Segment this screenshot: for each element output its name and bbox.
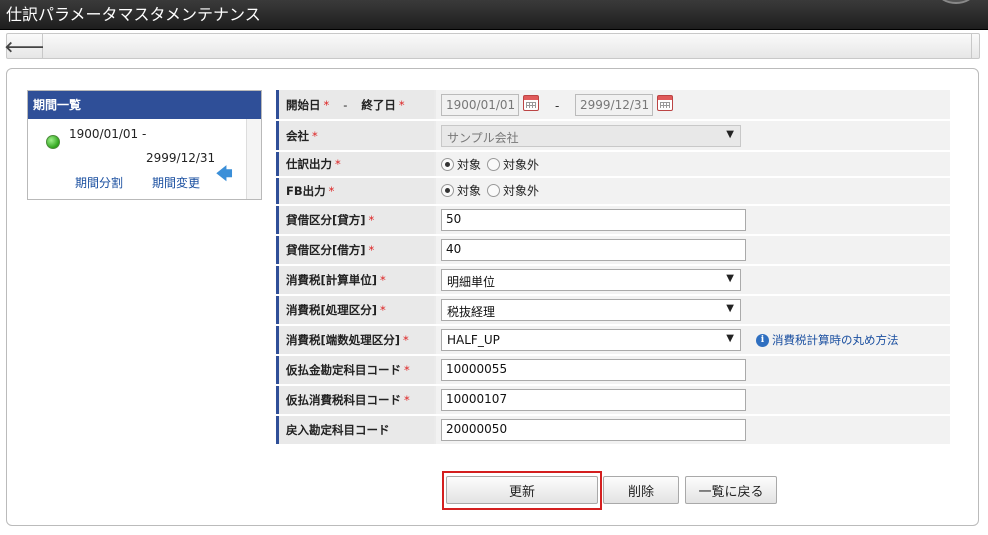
start-date-input[interactable]: 1900/01/01 [441, 94, 519, 116]
period-value: 1900/01/01 - 2999/12/31 [436, 90, 950, 119]
chevron-down-icon: ▼ [726, 333, 734, 344]
radio-journal-target[interactable] [441, 158, 454, 171]
journal-output-radios: 対象 対象外 [441, 156, 545, 173]
toolbar: 🡐 [4, 33, 980, 59]
radio-journal-non-target[interactable] [487, 158, 501, 171]
info-icon: i [756, 333, 769, 347]
prepaid-account-label: 仮払金勘定科目コード * [276, 356, 434, 384]
toolbar-right-edge [971, 34, 979, 58]
radio-fb-target[interactable] [441, 184, 454, 197]
journal-output-label: 仕訳出力 * [276, 152, 434, 176]
calendar-icon[interactable] [657, 95, 673, 111]
window-title: 仕訳パラメータマスタメンテナンス [6, 5, 261, 24]
period-list-item[interactable]: 1900/01/01 - 2999/12/31 🡄 期間分割 期間変更 [28, 119, 247, 199]
debit-label: 貸借区分[借方] * [276, 236, 434, 264]
tax-rounding-help-link[interactable]: i 消費税計算時の丸め方法 [756, 332, 899, 348]
update-button[interactable]: 更新 [446, 476, 598, 504]
period-end: 2999/12/31 [146, 151, 216, 165]
company-label: 会社 * [276, 121, 434, 150]
calendar-icon[interactable] [523, 95, 539, 111]
row-company: 会社 * サンプル会社 ▼ [276, 121, 950, 151]
refund-account-input[interactable]: 20000050 [441, 419, 746, 441]
tax-process-select[interactable]: 税抜経理 ▼ [441, 299, 741, 321]
fb-output-label: FB出力 * [276, 178, 434, 204]
prepaid-account-input[interactable]: 10000055 [441, 359, 746, 381]
period-split-link[interactable]: 期間分割 [75, 174, 123, 191]
window-titlebar: 仕訳パラメータマスタメンテナンス [0, 0, 988, 30]
row-tax-calc-unit: 消費税[計算単位] * 明細単位 ▼ [276, 266, 950, 295]
row-journal-output: 仕訳出力 * 対象 対象外 [276, 152, 950, 177]
row-fb-output: FB出力 * 対象 対象外 [276, 178, 950, 205]
tax-calc-unit-select[interactable]: 明細単位 ▼ [441, 269, 741, 291]
row-tax-process: 消費税[処理区分] * 税抜経理 ▼ [276, 296, 950, 325]
radio-fb-non-target[interactable] [487, 184, 501, 197]
row-credit: 貸借区分[貸方] * 50 [276, 206, 950, 235]
active-status-icon [46, 135, 60, 149]
row-tax-rounding: 消費税[端数処理区分] * HALF_UP ▼ i 消費税計算時の丸め方法 [276, 326, 950, 355]
tax-rounding-label: 消費税[端数処理区分] * [276, 326, 434, 354]
chevron-down-icon: ▼ [726, 129, 734, 140]
row-prepaid-account: 仮払金勘定科目コード * 10000055 [276, 356, 950, 385]
delete-button[interactable]: 削除 [603, 476, 679, 504]
date-range-dash: - [555, 99, 560, 113]
row-period: 開始日 * - 終了日 * 1900/01/01 - 2999/12/31 [276, 90, 950, 120]
period-change-link[interactable]: 期間変更 [152, 174, 200, 191]
row-debit: 貸借区分[借方] * 40 [276, 236, 950, 265]
period-list-header: 期間一覧 [28, 91, 261, 119]
credit-input[interactable]: 50 [441, 209, 746, 231]
fb-output-radios: 対象 対象外 [441, 182, 545, 199]
back-to-list-button[interactable]: 一覧に戻る [685, 476, 777, 504]
row-refund-account: 戻入勘定科目コード 20000050 [276, 416, 950, 445]
period-start: 1900/01/01 - [69, 127, 147, 141]
end-date-input[interactable]: 2999/12/31 [575, 94, 653, 116]
tax-process-label: 消費税[処理区分] * [276, 296, 434, 324]
back-button[interactable]: 🡐 [4, 34, 45, 58]
period-list: 期間一覧 1900/01/01 - 2999/12/31 🡄 期間分割 期間変更 [27, 90, 262, 200]
row-prepaid-tax-account: 仮払消費税科目コード * 10000107 [276, 386, 950, 415]
period-label: 開始日 * - 終了日 * [276, 90, 434, 119]
tax-rounding-select[interactable]: HALF_UP ▼ [441, 329, 741, 351]
arrow-left-select-icon[interactable]: 🡄 [216, 163, 233, 190]
user-avatar[interactable] [938, 0, 974, 4]
chevron-down-icon: ▼ [726, 303, 734, 314]
credit-label: 貸借区分[貸方] * [276, 206, 434, 234]
chevron-down-icon: ▼ [726, 273, 734, 284]
debit-input[interactable]: 40 [441, 239, 746, 261]
period-list-scrollbar[interactable] [247, 119, 261, 199]
refund-account-label: 戻入勘定科目コード [276, 416, 434, 444]
arrow-left-icon: 🡐 [4, 37, 45, 56]
company-select[interactable]: サンプル会社 ▼ [441, 125, 741, 147]
prepaid-tax-account-input[interactable]: 10000107 [441, 389, 746, 411]
tax-calc-unit-label: 消費税[計算単位] * [276, 266, 434, 294]
prepaid-tax-account-label: 仮払消費税科目コード * [276, 386, 434, 414]
